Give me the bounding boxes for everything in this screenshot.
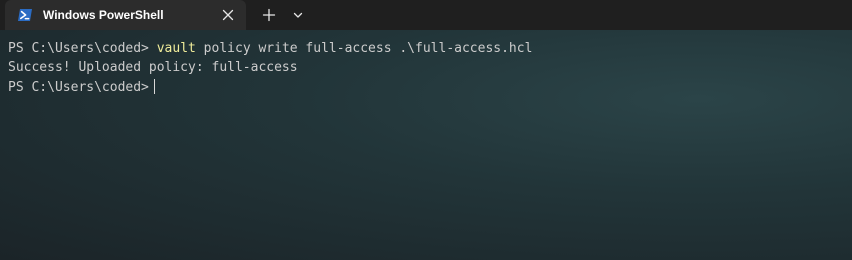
terminal-window: Windows PowerShell PS C:\Users\coded> va… <box>0 0 852 260</box>
prompt-text: PS C:\Users\coded> <box>8 80 149 95</box>
terminal-line-prompt: PS C:\Users\coded> <box>8 79 155 97</box>
output-text: Success! Uploaded policy: full-access <box>8 60 298 75</box>
prompt-text: PS C:\Users\coded> <box>8 41 157 56</box>
command-name: vault <box>156 41 196 56</box>
close-icon[interactable] <box>220 7 236 23</box>
text-cursor <box>153 79 155 94</box>
terminal-line-output: Success! Uploaded policy: full-access <box>8 59 298 77</box>
chevron-down-icon <box>288 12 308 29</box>
tab-windows-powershell[interactable]: Windows PowerShell <box>5 0 246 30</box>
tab-bar: Windows PowerShell <box>0 0 852 30</box>
terminal-output[interactable]: PS C:\Users\coded> vault policy write fu… <box>0 30 852 260</box>
plus-icon <box>258 8 280 29</box>
tab-title: Windows PowerShell <box>43 8 164 22</box>
terminal-line-command: PS C:\Users\coded> vault policy write fu… <box>8 40 532 58</box>
command-args: policy write full-access .\full-access.h… <box>195 41 533 56</box>
powershell-icon <box>17 7 33 23</box>
tab-dropdown-button[interactable] <box>288 5 308 25</box>
new-tab-button[interactable] <box>258 5 280 25</box>
